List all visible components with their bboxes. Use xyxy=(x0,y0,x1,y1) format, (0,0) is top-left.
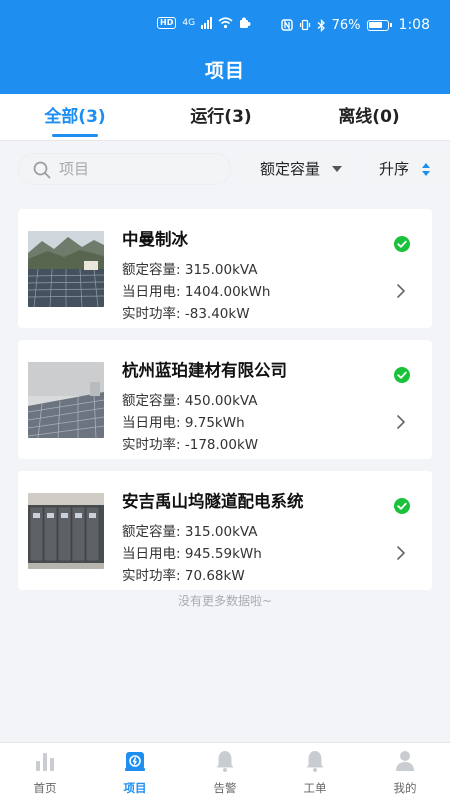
nav-item-mine[interactable]: 我的 xyxy=(360,743,450,800)
page-title: 项目 xyxy=(204,60,245,82)
chevron-right-icon[interactable] xyxy=(396,283,406,299)
capacity-row: 额定容量: 315.00kVA xyxy=(122,520,258,540)
chevron-right-icon[interactable] xyxy=(396,414,406,430)
status-tabs: 全部(3) 运行(3) 离线(0) xyxy=(0,94,450,141)
nav-label: 我的 xyxy=(393,781,417,795)
active-tab-indicator xyxy=(52,134,98,137)
sort-icon xyxy=(422,163,430,176)
search-input[interactable] xyxy=(59,157,219,181)
energy-value: 1404.00kWh xyxy=(184,284,271,300)
battery-icon xyxy=(366,19,392,31)
nav-label: 告警 xyxy=(213,781,237,795)
vibrate-icon xyxy=(299,19,310,31)
energy-row: 当日用电: 1404.00kWh xyxy=(122,280,270,300)
power-label: 实时功率: xyxy=(122,437,181,453)
sort-order-label: 升序 xyxy=(379,160,410,178)
person-icon xyxy=(396,751,414,771)
energy-label: 当日用电: xyxy=(122,546,181,562)
nav-label: 首页 xyxy=(33,781,57,795)
bottom-nav: 首页 项目 告警 工单 我的 xyxy=(0,742,450,800)
energy-value: 945.59kWh xyxy=(184,546,262,562)
caret-down-icon xyxy=(332,166,342,172)
sort-order-dropdown[interactable]: 升序 xyxy=(368,153,440,185)
power-value: -83.40kW xyxy=(184,306,250,322)
capacity-value: 315.00kVA xyxy=(184,262,258,278)
nav-item-workorder[interactable]: 工单 xyxy=(270,743,360,800)
app-header: HD 4G 76% 1:08 项目 xyxy=(0,0,450,94)
capacity-value: 450.00kVA xyxy=(184,393,258,409)
search-icon xyxy=(33,161,51,179)
project-card[interactable]: 杭州蓝珀建材有限公司 额定容量: 450.00kVA 当日用电: 9.75kWh… xyxy=(18,340,432,459)
capacity-filter-dropdown[interactable]: 额定容量 xyxy=(249,153,351,185)
bell-icon xyxy=(216,751,234,772)
power-row: 实时功率: -178.00kW xyxy=(122,433,258,453)
bell-icon xyxy=(306,751,324,772)
tab-running[interactable]: 运行(3) xyxy=(146,94,296,141)
search-box[interactable] xyxy=(18,153,231,185)
power-row: 实时功率: 70.68kW xyxy=(122,564,245,584)
power-value: 70.68kW xyxy=(184,568,245,584)
energy-label: 当日用电: xyxy=(122,284,181,300)
capacity-row: 额定容量: 315.00kVA xyxy=(122,258,258,278)
tab-offline[interactable]: 离线(0) xyxy=(294,94,444,141)
capacity-row: 额定容量: 450.00kVA xyxy=(122,389,258,409)
nav-item-project[interactable]: 项目 xyxy=(90,743,180,800)
nav-label: 项目 xyxy=(123,781,147,795)
project-thumbnail xyxy=(28,231,104,307)
chevron-right-icon[interactable] xyxy=(396,545,406,561)
project-thumbnail xyxy=(28,362,104,438)
power-label: 实时功率: xyxy=(122,306,181,322)
power-label: 实时功率: xyxy=(122,568,181,584)
project-card[interactable]: 中曼制冰 额定容量: 315.00kVA 当日用电: 1404.00kWh 实时… xyxy=(18,209,432,328)
status-left: HD 4G xyxy=(157,17,251,29)
hd-badge: HD xyxy=(157,17,177,29)
online-status-icon xyxy=(394,367,410,383)
bluetooth-icon xyxy=(317,18,325,32)
battery-percent: 76% xyxy=(331,17,361,33)
status-right: 76% 1:08 xyxy=(280,17,430,33)
energy-row: 当日用电: 9.75kWh xyxy=(122,411,245,431)
bar-chart-icon xyxy=(36,753,54,771)
energy-row: 当日用电: 945.59kWh xyxy=(122,542,262,562)
capacity-value: 315.00kVA xyxy=(184,524,258,540)
capacity-label: 额定容量: xyxy=(122,262,181,278)
nfc-icon xyxy=(280,19,293,31)
energy-value: 9.75kWh xyxy=(184,415,245,431)
list-end-message: 没有更多数据啦~ xyxy=(177,594,273,608)
capacity-label: 额定容量: xyxy=(122,393,181,409)
project-card[interactable]: 安吉禹山坞隧道配电系统 额定容量: 315.00kVA 当日用电: 945.59… xyxy=(18,471,432,590)
online-status-icon xyxy=(394,236,410,252)
project-name: 中曼制冰 xyxy=(122,230,188,249)
signal-icon xyxy=(201,17,213,29)
puzzle-icon xyxy=(240,17,251,28)
energy-label: 当日用电: xyxy=(122,415,181,431)
wifi-icon xyxy=(218,17,233,29)
capacity-label: 额定容量: xyxy=(122,524,181,540)
power-value: -178.00kW xyxy=(184,437,259,453)
capacity-filter-label: 额定容量 xyxy=(260,160,321,178)
nav-label: 工单 xyxy=(303,781,327,795)
clock: 1:08 xyxy=(398,17,430,33)
project-icon xyxy=(125,752,145,771)
nav-item-home[interactable]: 首页 xyxy=(0,743,90,800)
power-row: 实时功率: -83.40kW xyxy=(122,302,250,322)
nav-item-alarm[interactable]: 告警 xyxy=(180,743,270,800)
network-type: 4G xyxy=(182,18,196,28)
filter-bar: 额定容量 升序 xyxy=(0,141,450,199)
project-name: 杭州蓝珀建材有限公司 xyxy=(122,361,287,380)
project-name: 安吉禹山坞隧道配电系统 xyxy=(122,492,304,511)
project-thumbnail xyxy=(28,493,104,569)
status-bar: HD 4G 76% 1:08 xyxy=(0,0,450,52)
online-status-icon xyxy=(394,498,410,514)
